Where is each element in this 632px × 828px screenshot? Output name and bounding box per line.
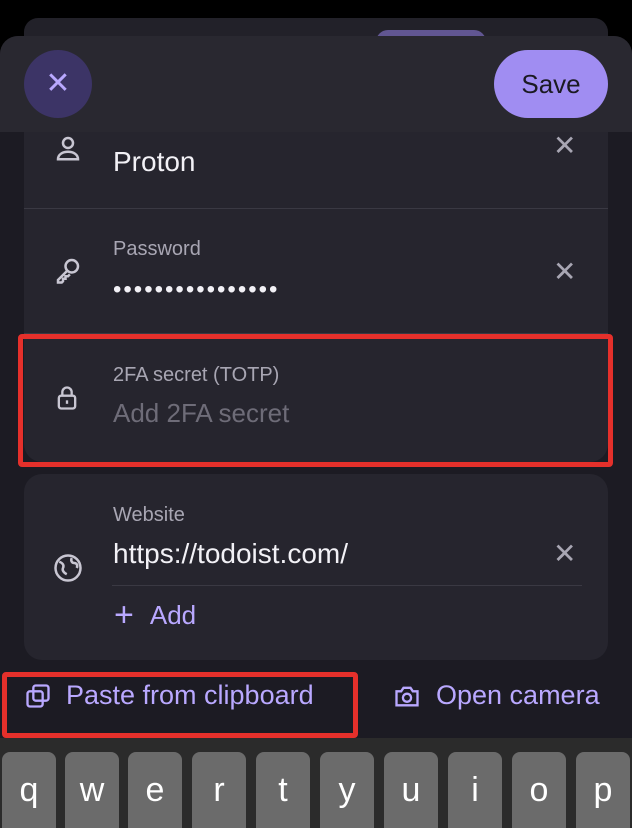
clear-password-icon[interactable]: ✕ [553,258,576,286]
clear-website-icon[interactable]: ✕ [553,540,576,568]
close-icon: ✕ [45,67,71,100]
key-u[interactable]: u [384,752,438,828]
key-r[interactable]: r [192,752,246,828]
divider [24,208,608,209]
globe-icon [50,550,86,586]
key-t[interactable]: t [256,752,310,828]
clear-username-icon[interactable]: ✕ [553,132,576,160]
add-website-button[interactable]: + Add [114,598,196,632]
camera-icon [395,686,419,706]
save-button[interactable]: Save [494,50,608,118]
add-label: Add [149,599,197,630]
key-y[interactable]: y [320,752,374,828]
password-value[interactable]: •••••••••••••••• [113,276,279,304]
close-button[interactable]: ✕ [24,50,92,118]
key-e[interactable]: e [128,752,182,828]
key-p[interactable]: p [576,752,630,828]
paste-highlight-box [2,672,358,738]
key-q[interactable]: q [2,752,56,828]
key-i[interactable]: i [448,752,502,828]
open-camera-button[interactable]: Open camera [392,680,600,711]
totp-highlight-box [18,334,613,467]
person-icon [50,130,86,166]
key-icon [50,252,86,288]
camera-label: Open camera [436,680,600,710]
key-o[interactable]: o [512,752,566,828]
website-label: Website [113,504,185,526]
website-underline [112,585,582,586]
key-w[interactable]: w [65,752,119,828]
password-label: Password [113,238,201,260]
website-value[interactable]: https://todoist.com/ [113,538,348,570]
plus-icon: + [114,596,134,634]
username-value[interactable]: Proton [113,146,196,178]
